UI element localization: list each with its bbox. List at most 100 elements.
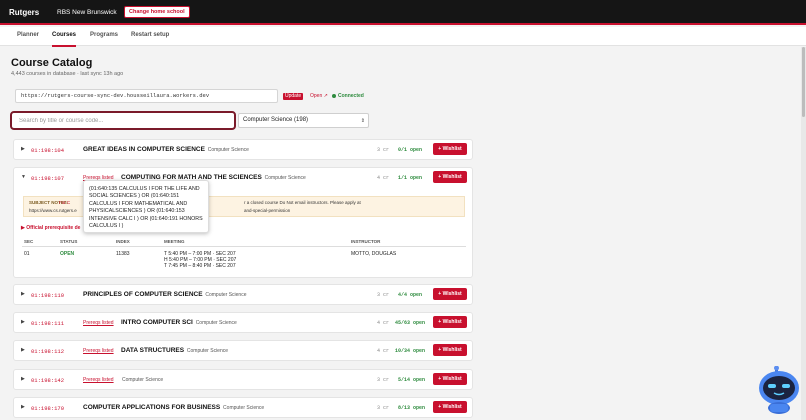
expand-chevron-icon[interactable]: ▶	[21, 319, 25, 325]
course-dept: Computer Science	[223, 405, 265, 411]
section-index: 11383	[116, 251, 130, 257]
catalog-stats: 4,443 courses in database · last sync 13…	[11, 71, 124, 77]
open-seats: 8/13 open	[398, 405, 426, 411]
course-title: Computer Science	[121, 376, 163, 383]
wishlist-button[interactable]: + Wishlist	[433, 171, 467, 183]
course-title: COMPUTER APPLICATIONS FOR BUSINESS Compu…	[83, 404, 265, 411]
open-seats: 4/4 open	[398, 292, 423, 298]
expand-chevron-icon[interactable]: ▶	[21, 404, 25, 410]
course-row[interactable]: ▶ 01:198:111 Prereqs listed INTRO COMPUT…	[13, 312, 473, 333]
course-row[interactable]: ▶ 01:198:170 COMPUTER APPLICATIONS FOR B…	[13, 397, 473, 418]
tooltip-line: CALCULUS I )	[89, 223, 124, 230]
meeting-time: T 7:45 PM – 8:40 PM · SEC 207	[164, 263, 236, 269]
wishlist-button[interactable]: + Wishlist	[433, 316, 467, 328]
column-header-meeting: MEETING	[164, 239, 185, 244]
wishlist-button[interactable]: + Wishlist	[433, 373, 467, 385]
page-title: Course Catalog	[11, 57, 93, 69]
open-seats: 10/34 open	[395, 348, 426, 354]
notes-url[interactable]: https://www.cs.rutgers.e	[29, 208, 77, 213]
course-code: 01:198:111	[31, 320, 65, 327]
open-seats: 0/1 open	[398, 147, 423, 153]
update-button[interactable]: Update	[283, 93, 304, 100]
course-credits: 3 cr	[377, 405, 390, 411]
course-dept: Computer Science	[205, 292, 247, 298]
expand-chevron-icon[interactable]: ▶	[21, 146, 25, 152]
tab-courses[interactable]: Courses	[52, 32, 77, 47]
notes-text-continued: and-special-permission	[244, 208, 291, 213]
course-credits: 4 cr	[377, 348, 390, 354]
page-scrollbar[interactable]	[801, 47, 806, 420]
column-header-index: INDEX	[116, 239, 130, 244]
tooltip-line: SOCIAL SCIENCES ) OR (01:640:151	[89, 193, 180, 200]
open-seats: 5/14 open	[398, 377, 426, 383]
tooltip-line: (01:640:135 CALCULUS I FOR THE LIFE AND	[89, 186, 200, 192]
course-dept: Computer Science	[122, 377, 164, 383]
course-dept: Computer Science	[207, 147, 249, 153]
change-home-school-button[interactable]: Change home school	[124, 6, 190, 18]
prereqs-badge[interactable]: Prereqs listed	[83, 320, 114, 326]
wishlist-button[interactable]: + Wishlist	[433, 288, 467, 300]
wishlist-button[interactable]: + Wishlist	[433, 344, 467, 356]
course-title: PRINCIPLES OF COMPUTER SCIENCE Computer …	[83, 291, 247, 298]
collapse-chevron-icon[interactable]: ▼	[21, 174, 26, 180]
subject-select-value: Computer Science (198)	[243, 117, 309, 123]
instructor-name: MOTTO, DOUGLAS	[351, 251, 397, 257]
prereqs-badge[interactable]: Prereqs listed	[83, 348, 114, 354]
section-number: 01	[24, 251, 30, 257]
prereq-tooltip: (01:640:135 CALCULUS I FOR THE LIFE AND …	[83, 180, 209, 233]
open-seats: 45/63 open	[395, 320, 426, 326]
brand-logo[interactable]: Rutgers	[9, 8, 39, 17]
status-dot-icon	[332, 94, 336, 98]
course-row[interactable]: ▶ 01:198:110 PRINCIPLES OF COMPUTER SCIE…	[13, 284, 473, 305]
tab-planner[interactable]: Planner	[17, 32, 39, 38]
subject-select[interactable]: Computer Science (198) ⇕	[238, 113, 369, 128]
prereqs-badge[interactable]: Prereqs listed	[83, 377, 114, 383]
official-prereq-toggle[interactable]: ▶ Official prerequisite de	[21, 225, 80, 231]
connection-status: Connected	[338, 93, 364, 99]
open-seats: 1/1 open	[398, 175, 423, 181]
course-title: DATA STRUCTURES Computer Science	[121, 347, 229, 354]
notes-text: For C	[59, 200, 71, 205]
wishlist-button[interactable]: + Wishlist	[433, 401, 467, 413]
column-header-instructor: INSTRUCTOR	[351, 239, 381, 244]
tooltip-line: INTENSIVE CALC I ) OR (01:640:191 HONORS	[89, 215, 203, 222]
assistant-robot-icon[interactable]	[757, 365, 802, 414]
section-status: OPEN	[60, 251, 75, 257]
course-title: GREAT IDEAS IN COMPUTER SCIENCE Computer…	[83, 146, 249, 153]
scrollbar-thumb[interactable]	[802, 47, 805, 117]
course-code: 01:198:170	[31, 405, 65, 412]
expand-chevron-icon[interactable]: ▶	[21, 291, 25, 297]
course-code: 01:198:104	[31, 147, 65, 154]
wishlist-button[interactable]: + Wishlist	[433, 143, 467, 155]
select-arrows-icon: ⇕	[360, 118, 365, 124]
course-dept: Computer Science	[195, 320, 237, 326]
course-row[interactable]: ▶ 01:198:112 Prereqs listed DATA STRUCTU…	[13, 340, 473, 361]
search-input[interactable]	[10, 111, 236, 130]
sync-url-field[interactable]: https://rutgers-course-sync-dev.housseil…	[15, 89, 278, 103]
expand-chevron-icon[interactable]: ▶	[21, 347, 25, 353]
open-link[interactable]: Open ↗	[310, 93, 328, 99]
tab-restart-setup[interactable]: Restart setup	[131, 32, 169, 38]
course-credits: 4 cr	[377, 320, 390, 326]
tab-programs[interactable]: Programs	[90, 32, 118, 38]
course-title: INTRO COMPUTER SCI Computer Science	[121, 319, 237, 326]
course-credits: 4 cr	[377, 175, 390, 181]
course-credits: 3 cr	[377, 292, 390, 298]
course-credits: 3 cr	[377, 377, 390, 383]
tooltip-line: CALCULUS I FOR MATHEMATICAL AND	[89, 200, 188, 207]
course-row-expanded: ▼ 01:198:107 Prereqs listed COMPUTING FO…	[13, 167, 473, 278]
expand-chevron-icon[interactable]: ▶	[21, 376, 25, 382]
course-row[interactable]: ▶ 01:198:104 GREAT IDEAS IN COMPUTER SCI…	[13, 139, 473, 160]
course-code: 01:198:142	[31, 377, 65, 384]
course-code: 01:198:112	[31, 348, 65, 355]
column-header-sec: SEC	[24, 239, 34, 244]
course-code: 01:198:110	[31, 292, 65, 299]
course-row[interactable]: ▶ 01:198:142 Prereqs listed Computer Sci…	[13, 369, 473, 390]
top-bar: Rutgers RBS New Brunswick Change home sc…	[0, 0, 806, 25]
table-divider	[22, 246, 466, 247]
course-dept: Computer Science	[186, 348, 229, 354]
column-header-status: STATUS	[60, 239, 78, 244]
course-dept: Computer Science	[264, 175, 306, 181]
notes-text-continued: r a closed course Do Not email instructo…	[244, 200, 361, 205]
course-credits: 3 cr	[377, 147, 390, 153]
